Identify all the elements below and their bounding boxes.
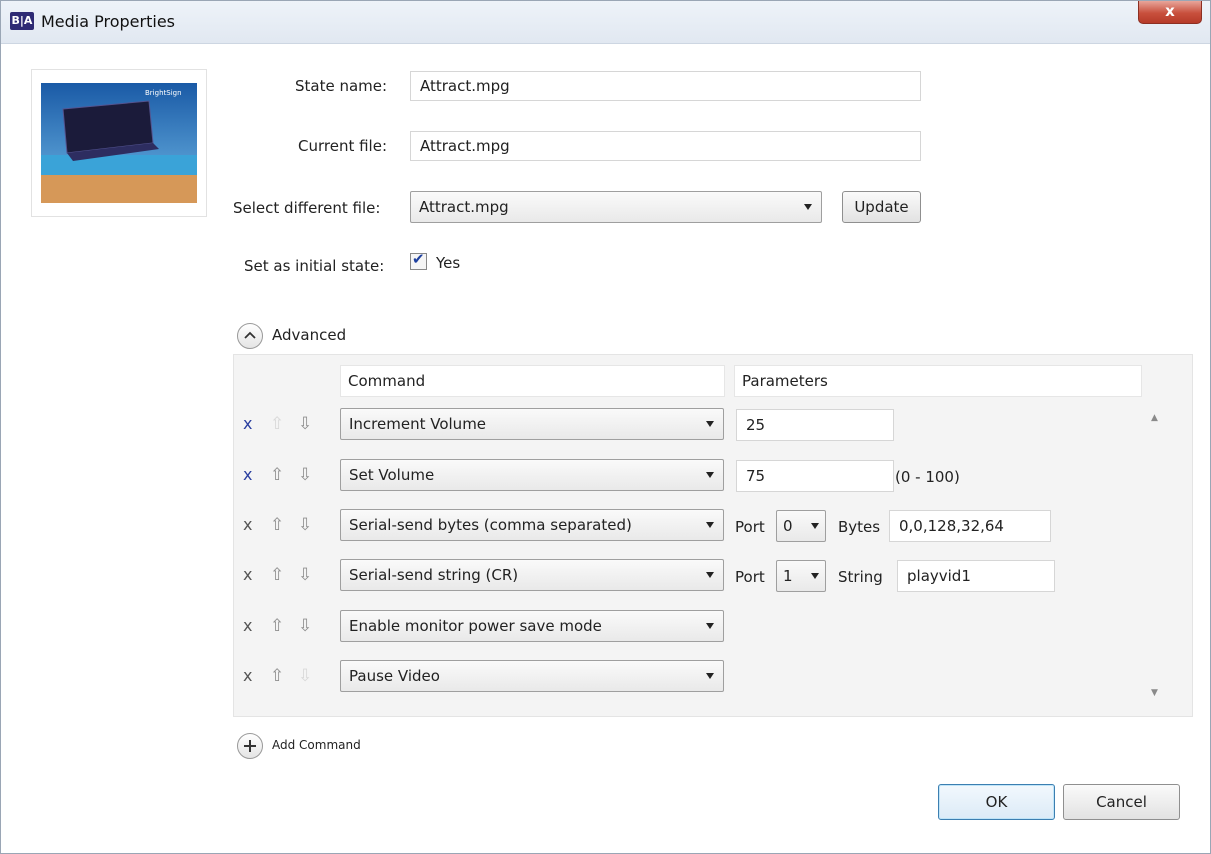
remove-command-icon[interactable]: x	[243, 616, 252, 635]
state-name-input[interactable]	[410, 71, 921, 101]
command-dropdown[interactable]: Serial-send string (CR)	[340, 559, 724, 591]
command-row: x ⇧ ⇩ Increment Volume	[234, 405, 1192, 445]
move-up-arrow-icon: ⇧	[270, 414, 285, 434]
update-button[interactable]: Update	[842, 191, 921, 223]
port-label: Port	[735, 518, 765, 536]
move-down-arrow-icon[interactable]: ⇩	[298, 414, 312, 434]
port-value: 1	[783, 567, 793, 585]
chevron-up-icon	[244, 331, 256, 339]
thumbnail-image: BrightSign	[41, 83, 197, 203]
add-command-label[interactable]: Add Command	[272, 738, 361, 752]
parameter-input[interactable]	[736, 460, 894, 492]
remove-command-icon[interactable]: x	[243, 414, 252, 433]
collapse-advanced-button[interactable]	[237, 323, 263, 349]
move-down-arrow-icon[interactable]: ⇩	[298, 465, 312, 485]
command-column-header: Command	[340, 365, 725, 397]
command-value: Serial-send bytes (comma separated)	[349, 516, 632, 534]
command-dropdown[interactable]: Pause Video	[340, 660, 724, 692]
media-thumbnail: BrightSign	[31, 69, 207, 217]
parameter-input[interactable]	[736, 409, 894, 441]
move-up-arrow-icon[interactable]: ⇧	[270, 515, 284, 535]
initial-state-label: Set as initial state:	[244, 257, 385, 275]
select-file-value: Attract.mpg	[419, 198, 509, 216]
move-up-arrow-icon[interactable]: ⇧	[270, 465, 284, 485]
cancel-button[interactable]: Cancel	[1063, 784, 1180, 820]
command-row: x ⇧ ⇩ Serial-send bytes (comma separated…	[234, 506, 1192, 546]
string-input[interactable]	[897, 560, 1055, 592]
bytes-input[interactable]	[889, 510, 1051, 542]
initial-state-checkbox[interactable]: ✔	[410, 250, 427, 270]
plus-icon	[244, 740, 256, 752]
bytes-label: Bytes	[838, 518, 881, 536]
command-row: x ⇧ ⇩ Pause Video	[234, 657, 1192, 697]
state-name-label: State name:	[295, 77, 388, 95]
remove-command-icon[interactable]: x	[243, 515, 252, 534]
move-up-arrow-icon[interactable]: ⇧	[270, 666, 284, 686]
string-label: String	[838, 568, 883, 586]
chevron-down-icon	[811, 523, 819, 529]
chevron-down-icon	[804, 204, 812, 210]
thumbnail-sea	[41, 155, 197, 175]
thumbnail-logo: BrightSign	[145, 89, 182, 97]
command-value: Serial-send string (CR)	[349, 566, 519, 584]
command-row: x ⇧ ⇩ Enable monitor power save mode	[234, 607, 1192, 647]
chevron-down-icon	[706, 673, 714, 679]
remove-command-icon[interactable]: x	[243, 666, 252, 685]
command-value: Pause Video	[349, 667, 440, 685]
port-value: 0	[783, 517, 793, 535]
move-down-arrow-icon[interactable]: ⇩	[298, 616, 312, 636]
move-down-arrow-icon[interactable]: ⇩	[298, 565, 312, 585]
window-title: Media Properties	[41, 12, 175, 31]
port-dropdown[interactable]: 1	[776, 560, 826, 592]
command-value: Set Volume	[349, 466, 435, 484]
check-icon: ✔	[412, 250, 425, 268]
ok-button[interactable]: OK	[938, 784, 1055, 820]
current-file-input[interactable]	[410, 131, 921, 161]
app-icon: B|A	[10, 12, 34, 30]
remove-command-icon[interactable]: x	[243, 565, 252, 584]
title-bar: B|A Media Properties x	[1, 1, 1210, 44]
chevron-down-icon	[811, 573, 819, 579]
move-down-arrow-icon[interactable]: ⇩	[298, 515, 312, 535]
command-dropdown[interactable]: Set Volume	[340, 459, 724, 491]
move-up-arrow-icon[interactable]: ⇧	[270, 565, 284, 585]
command-row: x ⇧ ⇩ Serial-send string (CR) Port 1 Str…	[234, 556, 1192, 596]
port-label: Port	[735, 568, 765, 586]
command-list-panel: Command Parameters ▲ ▼ x ⇧ ⇩ Increment V…	[233, 354, 1193, 717]
move-down-arrow-icon: ⇩	[298, 666, 313, 686]
command-dropdown[interactable]: Enable monitor power save mode	[340, 610, 724, 642]
command-row: x ⇧ ⇩ Set Volume (0 - 100)	[234, 456, 1192, 496]
advanced-label: Advanced	[272, 326, 347, 344]
chevron-down-icon	[706, 472, 714, 478]
chevron-down-icon	[706, 623, 714, 629]
remove-command-icon[interactable]: x	[243, 465, 252, 484]
thumbnail-sand	[41, 175, 197, 203]
command-dropdown[interactable]: Serial-send bytes (comma separated)	[340, 509, 724, 541]
port-dropdown[interactable]: 0	[776, 510, 826, 542]
command-value: Enable monitor power save mode	[349, 617, 602, 635]
select-file-label: Select different file:	[233, 199, 381, 217]
add-command-button[interactable]	[237, 733, 263, 759]
initial-state-option: Yes	[436, 254, 461, 272]
chevron-down-icon	[706, 421, 714, 427]
parameters-column-header: Parameters	[734, 365, 1142, 397]
current-file-label: Current file:	[298, 137, 388, 155]
command-value: Increment Volume	[349, 415, 487, 433]
parameter-hint: (0 - 100)	[895, 468, 960, 486]
command-dropdown[interactable]: Increment Volume	[340, 408, 724, 440]
chevron-down-icon	[706, 522, 714, 528]
close-button[interactable]: x	[1138, 1, 1202, 24]
select-file-dropdown[interactable]: Attract.mpg	[410, 191, 822, 223]
chevron-down-icon	[706, 572, 714, 578]
move-up-arrow-icon[interactable]: ⇧	[270, 616, 284, 636]
